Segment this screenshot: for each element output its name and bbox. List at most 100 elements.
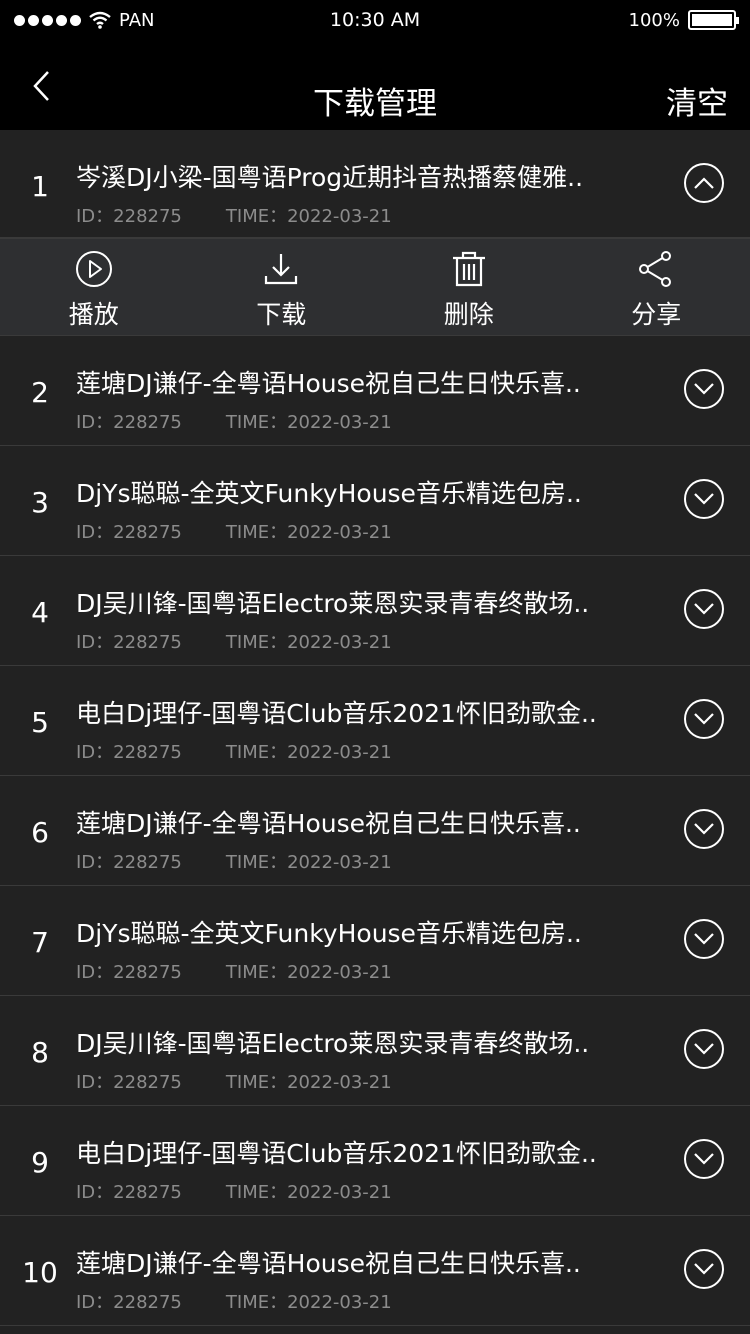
item-time: TIME：2022-03-21 [225,206,392,227]
chevron-down-icon [694,383,714,395]
item-time: TIME：2022-03-21 [225,1072,392,1093]
chevron-down-icon [694,493,714,505]
chevron-up-icon [694,177,714,189]
play-label: 播放 [68,300,119,329]
item-id: ID：228275 [76,1182,182,1203]
list-item[interactable]: 1 岑溪DJ小梁-国粤语Prog近期抖音热播蔡健雅.. ID：228275 TI… [0,130,750,238]
expand-button[interactable] [684,479,724,519]
item-id: ID：228275 [76,632,182,653]
chevron-down-icon [694,1153,714,1165]
item-time: TIME：2022-03-21 [225,632,392,653]
page-title: 下载管理 [313,86,437,122]
item-index: 7 [31,926,49,959]
item-id: ID：228275 [76,962,182,983]
expand-button[interactable] [684,1029,724,1069]
download-list: 1 岑溪DJ小梁-国粤语Prog近期抖音热播蔡健雅.. ID：228275 TI… [0,130,750,1326]
item-meta: ID：228275 TIME：2022-03-21 [76,202,392,228]
item-meta: ID：228275 TIME：2022-03-21 [76,1068,392,1094]
item-title: 莲塘DJ谦仔-全粤语House祝自己生日快乐喜.. [76,369,581,398]
expand-button[interactable] [684,589,724,629]
share-label: 分享 [631,300,682,329]
item-index: 6 [31,816,49,849]
trash-icon [449,249,489,289]
download-button[interactable]: 下载 [188,239,376,335]
item-index: 9 [31,1146,49,1179]
item-time: TIME：2022-03-21 [225,412,392,433]
expand-button[interactable] [684,369,724,409]
download-label: 下载 [256,300,307,329]
item-title: 电白Dj理仔-国粤语Club音乐2021怀旧劲歌金.. [76,1139,597,1168]
chevron-down-icon [694,1263,714,1275]
item-time: TIME：2022-03-21 [225,1182,392,1203]
expand-button[interactable] [684,1249,724,1289]
item-meta: ID：228275 TIME：2022-03-21 [76,1288,392,1314]
expand-button[interactable] [684,919,724,959]
list-item[interactable]: 8 DJ吴川锋-国粤语Electro莱恩实录青春终散场.. ID：228275 … [0,996,750,1106]
list-item[interactable]: 3 DjYs聪聪-全英文FunkyHouse音乐精选包房.. ID：228275… [0,446,750,556]
item-index: 1 [31,170,49,203]
play-circle-icon [74,249,114,289]
list-item[interactable]: 9 电白Dj理仔-国粤语Club音乐2021怀旧劲歌金.. ID：228275 … [0,1106,750,1216]
share-button[interactable]: 分享 [563,239,750,335]
item-title: DJ吴川锋-国粤语Electro莱恩实录青春终散场.. [76,589,590,618]
item-title: 莲塘DJ谦仔-全粤语House祝自己生日快乐喜.. [76,1249,581,1278]
item-id: ID：228275 [76,1072,182,1093]
item-meta: ID：228275 TIME：2022-03-21 [76,518,392,544]
item-title: DjYs聪聪-全英文FunkyHouse音乐精选包房.. [76,479,582,508]
item-index: 8 [31,1036,49,1069]
item-title: DJ吴川锋-国粤语Electro莱恩实录青春终散场.. [76,1029,590,1058]
battery-icon [688,10,739,30]
item-index: 5 [31,706,49,739]
item-id: ID：228275 [76,1292,182,1313]
item-time: TIME：2022-03-21 [225,742,392,763]
share-icon [636,249,676,289]
item-index: 3 [31,486,49,519]
list-item[interactable]: 4 DJ吴川锋-国粤语Electro莱恩实录青春终散场.. ID：228275 … [0,556,750,666]
item-id: ID：228275 [76,742,182,763]
delete-label: 删除 [443,300,494,329]
expand-button[interactable] [684,1139,724,1179]
nav-bar: 下载管理 清空 [0,40,750,130]
item-title: 莲塘DJ谦仔-全粤语House祝自己生日快乐喜.. [76,809,581,838]
item-meta: ID：228275 TIME：2022-03-21 [76,1178,392,1204]
item-title: 电白Dj理仔-国粤语Club音乐2021怀旧劲歌金.. [76,699,597,728]
expand-button[interactable] [684,699,724,739]
chevron-down-icon [694,1043,714,1055]
item-id: ID：228275 [76,852,182,873]
chevron-down-icon [694,933,714,945]
item-time: TIME：2022-03-21 [225,1292,392,1313]
item-title: 岑溪DJ小梁-国粤语Prog近期抖音热播蔡健雅.. [76,163,584,192]
item-meta: ID：228275 TIME：2022-03-21 [76,628,392,654]
item-time: TIME：2022-03-21 [225,962,392,983]
chevron-down-icon [694,713,714,725]
item-id: ID：228275 [76,412,182,433]
item-meta: ID：228275 TIME：2022-03-21 [76,848,392,874]
delete-button[interactable]: 删除 [375,239,563,335]
battery-percent: 100% [628,9,680,31]
download-icon [261,249,301,289]
item-meta: ID：228275 TIME：2022-03-21 [76,958,392,984]
list-item[interactable]: 7 DjYs聪聪-全英文FunkyHouse音乐精选包房.. ID：228275… [0,886,750,996]
play-button[interactable]: 播放 [0,239,188,335]
item-time: TIME：2022-03-21 [225,852,392,873]
item-action-panel: 播放 下载 删除 分享 [0,238,750,336]
item-meta: ID：228275 TIME：2022-03-21 [76,408,392,434]
item-time: TIME：2022-03-21 [225,522,392,543]
item-title: DjYs聪聪-全英文FunkyHouse音乐精选包房.. [76,919,582,948]
status-right: 100% [628,9,739,31]
item-id: ID：228275 [76,206,182,227]
collapse-button[interactable] [684,163,724,203]
chevron-down-icon [694,823,714,835]
item-id: ID：228275 [76,522,182,543]
chevron-down-icon [694,603,714,615]
list-item[interactable]: 6 莲塘DJ谦仔-全粤语House祝自己生日快乐喜.. ID：228275 TI… [0,776,750,886]
list-item[interactable]: 2 莲塘DJ谦仔-全粤语House祝自己生日快乐喜.. ID：228275 TI… [0,336,750,446]
item-index: 2 [31,376,49,409]
list-item[interactable]: 5 电白Dj理仔-国粤语Club音乐2021怀旧劲歌金.. ID：228275 … [0,666,750,776]
expand-button[interactable] [684,809,724,849]
clear-all-button[interactable]: 清空 [666,78,728,123]
list-item[interactable]: 10 莲塘DJ谦仔-全粤语House祝自己生日快乐喜.. ID：228275 T… [0,1216,750,1326]
item-meta: ID：228275 TIME：2022-03-21 [76,738,392,764]
status-bar: PAN 10:30 AM 100% [0,0,750,40]
item-index: 4 [31,596,49,629]
